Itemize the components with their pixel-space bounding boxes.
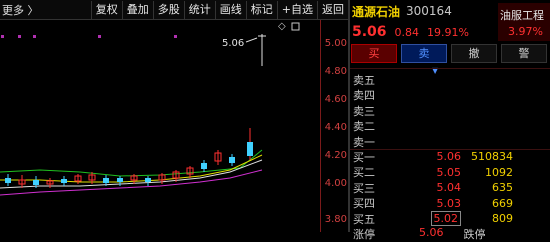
multi-stock-button[interactable]: 多股 xyxy=(152,0,184,19)
candle xyxy=(103,178,109,183)
limit-up-price: 5.06 xyxy=(419,226,444,239)
y-tick: 4.00 xyxy=(324,178,347,189)
window-toggle-icon[interactable] xyxy=(291,22,300,31)
more-menu[interactable]: 更多 〉 xyxy=(0,2,91,18)
event-markers xyxy=(1,35,177,38)
candle xyxy=(5,178,11,183)
ask-row: 卖二 xyxy=(353,120,375,134)
bid-row: 买四 5.03 669 xyxy=(353,196,513,211)
bid-row: 买一 5.06 510834 xyxy=(353,150,513,164)
ask-row: 卖三 xyxy=(353,104,375,118)
price-change: 0.84 xyxy=(394,25,420,39)
alert-button[interactable]: 警 xyxy=(501,44,547,63)
highlighted-bid-price[interactable]: 5.02 xyxy=(430,211,461,227)
add-watchlist-button[interactable]: +自选 xyxy=(276,0,317,19)
candle xyxy=(117,178,123,182)
last-price: 5.06 xyxy=(352,24,387,40)
bid-row: 买二 5.05 1092 xyxy=(353,165,513,180)
chart-toolbar: 更多 〉 复权 叠加 多股 统计 画线 标记 +自选 返回 xyxy=(0,0,348,20)
sector-change: 3.97% xyxy=(508,25,543,38)
ask-row: 卖四 xyxy=(353,89,375,103)
candle xyxy=(229,157,235,163)
sell-button[interactable]: 卖 xyxy=(401,44,447,63)
max-price-label: 5.06 xyxy=(222,38,244,49)
price-change-pct: 19.91% xyxy=(427,25,469,39)
candle xyxy=(201,163,207,169)
candle xyxy=(145,178,151,182)
ask-row: 卖一 xyxy=(353,135,375,149)
cancel-order-button[interactable]: 撤 xyxy=(451,44,497,63)
restore-rights-button[interactable]: 复权 xyxy=(90,0,122,19)
back-button[interactable]: 返回 xyxy=(317,0,348,19)
candle xyxy=(61,179,67,183)
quote-panel: 通源石油 300164 油服工程 3.97% 5.06 0.84 19.91% … xyxy=(350,0,550,241)
price-axis: 5.00 4.80 4.60 4.40 4.20 4.00 3.80 xyxy=(320,20,349,232)
bid-row: 买五 5.02 809 xyxy=(353,211,513,227)
overlay-button[interactable]: 叠加 xyxy=(121,0,153,19)
limit-row: 涨停 5.06 跌停 xyxy=(350,226,550,241)
sector-badge[interactable]: 油服工程 3.97% xyxy=(498,3,550,41)
bid-book: 买一 5.06 510834 买二 5.05 1092 买三 5.04 635 买四 5.03… xyxy=(350,149,550,227)
corner-diamond-icon[interactable]: ◇ xyxy=(278,21,286,32)
candle xyxy=(33,180,39,185)
y-tick: 3.80 xyxy=(324,214,347,225)
draw-line-button[interactable]: 画线 xyxy=(214,0,246,19)
bid-row: 买三 5.04 635 xyxy=(353,181,513,195)
candle xyxy=(247,142,253,156)
limit-down-label: 跌停 xyxy=(463,228,486,241)
stock-code: 300164 xyxy=(406,4,452,18)
buy-button[interactable]: 买 xyxy=(351,44,397,63)
sector-name: 油服工程 xyxy=(500,9,544,22)
candlestick-chart[interactable]: 5.06 ◇ xyxy=(0,20,320,232)
candles xyxy=(5,34,266,188)
y-tick: 4.60 xyxy=(324,94,347,105)
ma-green-line xyxy=(0,149,263,177)
ask-row: 卖五 xyxy=(353,73,375,87)
stock-name: 通源石油 xyxy=(352,4,401,19)
y-tick: 4.40 xyxy=(324,122,347,133)
limit-up-label: 涨停 xyxy=(353,228,375,241)
statistics-button[interactable]: 统计 xyxy=(183,0,215,19)
y-tick: 5.00 xyxy=(324,38,347,49)
y-tick: 4.80 xyxy=(324,66,347,77)
ask-book: 卖五 卖四 卖三 卖二 卖一 xyxy=(350,72,550,150)
mark-button[interactable]: 标记 xyxy=(245,0,277,19)
y-tick: 4.20 xyxy=(324,150,347,161)
ma-white-line xyxy=(0,159,263,189)
